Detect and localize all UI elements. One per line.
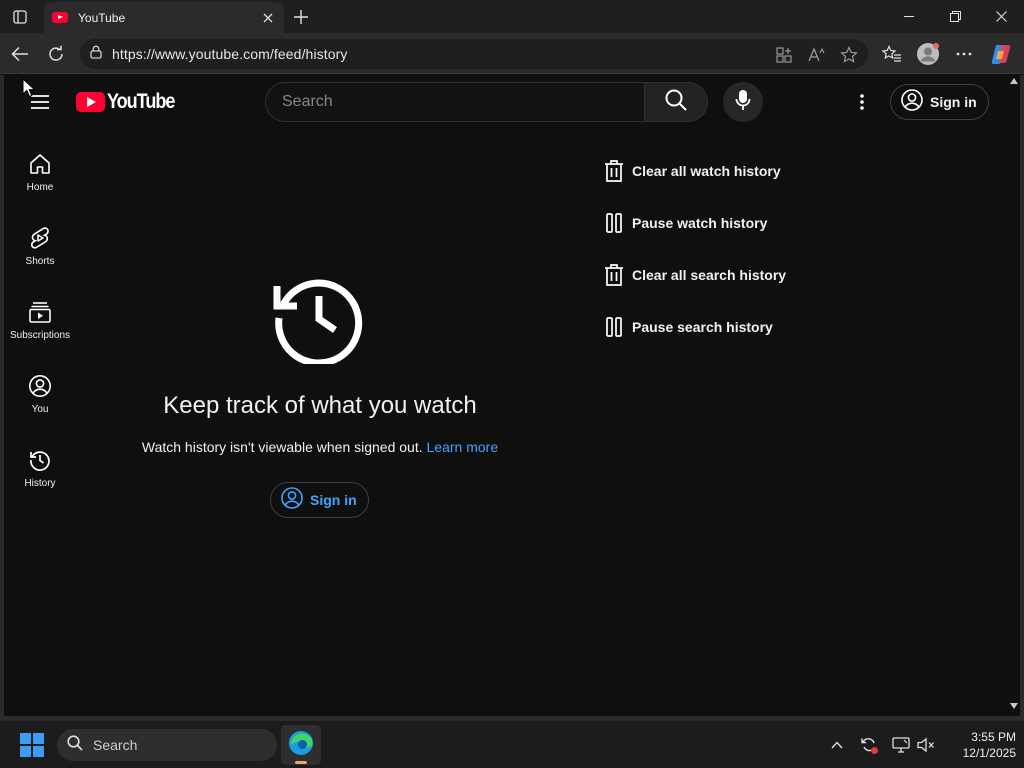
header-sign-in-label: Sign in [930,94,977,110]
pause-icon [602,315,626,339]
settings-more-icon[interactable] [951,41,977,67]
minimize-icon[interactable] [886,0,932,33]
mouse-cursor-icon [22,77,36,98]
sidebar-item-label: Home [26,182,54,193]
read-aloud-icon[interactable] [808,46,826,64]
subscriptions-icon [28,300,52,324]
trash-icon [602,159,626,183]
refresh-icon[interactable] [43,41,69,67]
search-button[interactable] [644,82,708,122]
history-large-icon [273,272,365,367]
account-circle-icon [280,486,304,515]
address-bar[interactable]: https://www.youtube.com/feed/history [80,39,868,69]
new-tab-icon[interactable] [290,6,312,28]
history-icon [28,448,52,472]
action-label: Pause search history [632,319,773,335]
microphone-icon [735,89,751,116]
youtube-favicon-icon [52,12,68,23]
header-sign-in-button[interactable]: Sign in [890,84,989,120]
sidebar-item-shorts[interactable]: Shorts [4,214,76,278]
show-hidden-icons-chevron-up-icon[interactable] [827,735,847,755]
main-sign-in-button[interactable]: Sign in [270,482,369,518]
page-scrollbar[interactable] [1008,75,1020,716]
voice-search-button[interactable] [723,82,763,122]
shorts-icon [28,226,52,250]
pause-watch-history-button[interactable]: Pause watch history [602,210,767,236]
clock-date: 12/1/2025 [962,746,1016,760]
taskbar-search[interactable]: Search [57,729,277,761]
scroll-down-icon[interactable] [1008,702,1020,712]
search-icon [67,734,83,756]
browser-toolbar: https://www.youtube.com/feed/history [0,33,1024,74]
youtube-play-icon [76,92,105,112]
main-sign-in-label: Sign in [310,492,357,508]
account-circle-icon [900,88,924,117]
close-window-icon[interactable] [978,0,1024,33]
site-info-icon[interactable] [90,45,102,64]
you-icon [28,374,52,398]
settings-more-vertical-icon[interactable] [850,90,874,114]
browser-titlebar: YouTube [0,0,1024,33]
tab-actions-icon[interactable] [8,6,32,28]
sidebar-item-history[interactable]: History [4,436,76,500]
tab-title: YouTube [78,10,126,25]
pause-icon [602,211,626,235]
tab-close-icon[interactable] [260,10,276,26]
signed-out-text: Watch history isn't viewable when signed… [141,439,423,455]
search-input[interactable] [282,93,622,111]
search-field[interactable] [265,82,645,122]
action-label: Clear all search history [632,267,787,283]
profile-avatar[interactable] [915,41,941,67]
clear-search-history-button[interactable]: Clear all search history [602,262,786,288]
youtube-logo-text: YouTube [107,90,175,113]
browser-frame-right [1020,75,1024,720]
taskbar-search-label: Search [93,737,138,753]
sidebar-item-label: History [24,478,56,489]
clear-watch-history-button[interactable]: Clear all watch history [602,158,781,184]
volume-muted-icon[interactable] [916,735,936,755]
search-icon [665,89,687,116]
favorites-icon[interactable] [879,41,905,67]
sync-alert-icon[interactable] [859,735,879,755]
windows-taskbar: Search 3:55 PM 12/1/2025 [0,720,1024,768]
action-label: Clear all watch history [632,163,781,179]
pause-search-history-button[interactable]: Pause search history [602,314,773,340]
back-icon[interactable] [7,41,33,67]
copilot-icon[interactable] [988,41,1014,67]
restore-icon[interactable] [932,0,978,33]
clock-time: 3:55 PM [971,730,1016,744]
url-text: https://www.youtube.com/feed/history [112,46,348,62]
sidebar-item-home[interactable]: Home [4,140,76,204]
windows-start-icon[interactable] [20,733,44,757]
system-clock[interactable]: 3:55 PM 12/1/2025 [940,729,1016,761]
sidebar-item-you[interactable]: You [4,362,76,426]
youtube-logo[interactable]: YouTube [76,90,185,113]
edge-browser-icon [288,730,314,761]
network-icon[interactable] [891,735,911,755]
taskbar-edge-app[interactable] [281,725,321,765]
app-available-icon[interactable] [775,46,793,64]
favorite-star-icon[interactable] [840,46,858,64]
browser-tab[interactable]: YouTube [44,2,284,33]
sidebar-item-subscriptions[interactable]: Subscriptions [4,288,76,352]
action-label: Pause watch history [632,215,768,231]
signed-out-message: Watch history isn't viewable when signed… [120,439,520,455]
home-icon [28,152,52,176]
sidebar-item-label: Shorts [25,256,55,267]
page-title: Keep track of what you watch [163,392,477,419]
sidebar-item-label: Subscriptions [9,330,71,341]
learn-more-link[interactable]: Learn more [427,439,499,455]
scroll-up-icon[interactable] [1008,77,1020,87]
sidebar-item-label: You [31,404,49,415]
trash-icon [602,263,626,287]
active-app-indicator [295,761,307,764]
